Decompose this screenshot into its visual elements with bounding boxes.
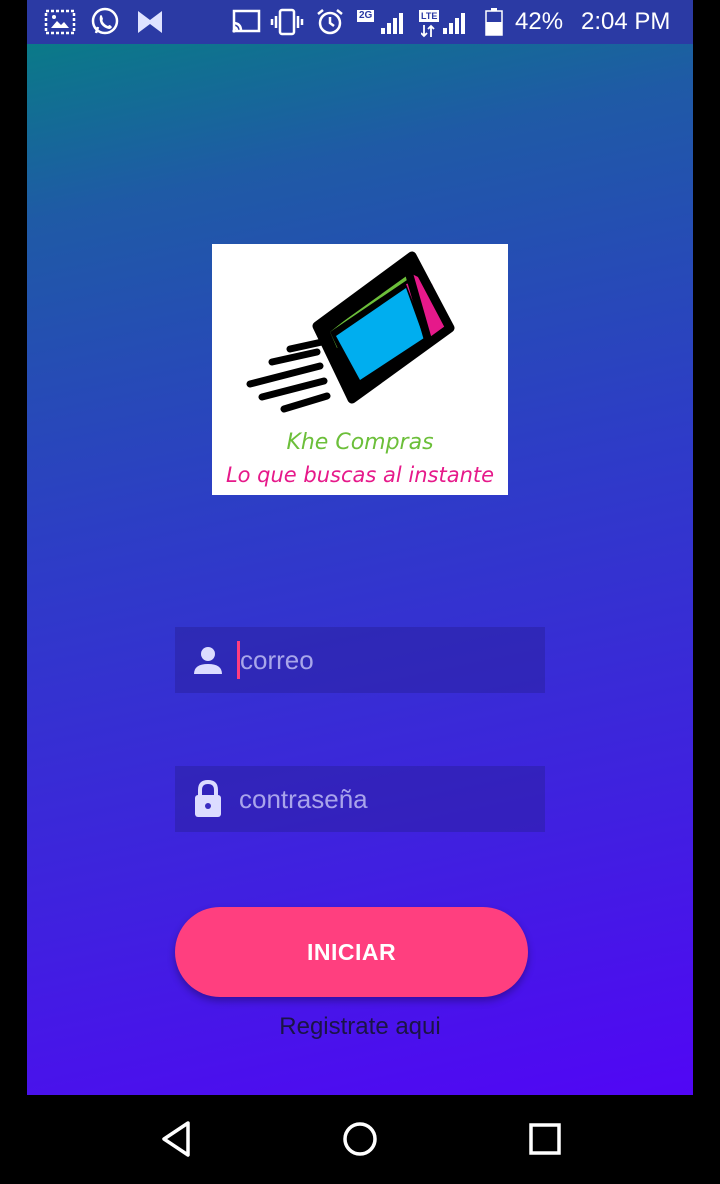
login-screen: Khe Compras Lo que buscas al instante IN… [27,44,693,1095]
lock-icon [191,779,225,817]
app-logo: Khe Compras Lo que buscas al instante [212,244,508,495]
password-field-container[interactable] [175,766,545,832]
clock: 2:04 PM [581,8,671,35]
email-field-container[interactable] [175,627,545,693]
logo-tagline-text: Lo que buscas al instante [225,463,495,487]
logo-brand-text: Khe Compras [286,430,434,455]
battery-percentage: 42% [515,8,564,35]
vibrate-icon [269,0,305,44]
flying-cube-logo-icon [246,251,455,413]
battery-icon [483,0,505,44]
home-icon[interactable] [330,1113,390,1165]
whatsapp-icon [87,0,123,44]
signal-lte-icon: LTE [417,0,473,44]
status-bar: 2G LTE 42% 2:04 PM [27,0,693,44]
bowtie-app-icon [133,0,167,44]
person-icon [191,643,225,677]
recents-icon[interactable] [515,1113,575,1165]
alarm-icon [313,0,347,44]
password-input[interactable] [239,783,529,815]
cast-icon [229,0,263,44]
network-lte-badge: LTE [419,10,440,22]
system-navigation-bar [0,1095,720,1184]
email-input[interactable] [240,644,530,676]
network-2g-badge: 2G [357,10,375,22]
screenshot-icon [43,0,77,44]
register-link[interactable]: Registrate aqui [27,1013,693,1041]
back-icon[interactable] [146,1113,206,1165]
signal-2g-icon: 2G [355,0,411,44]
login-button[interactable]: INICIAR [175,907,528,997]
